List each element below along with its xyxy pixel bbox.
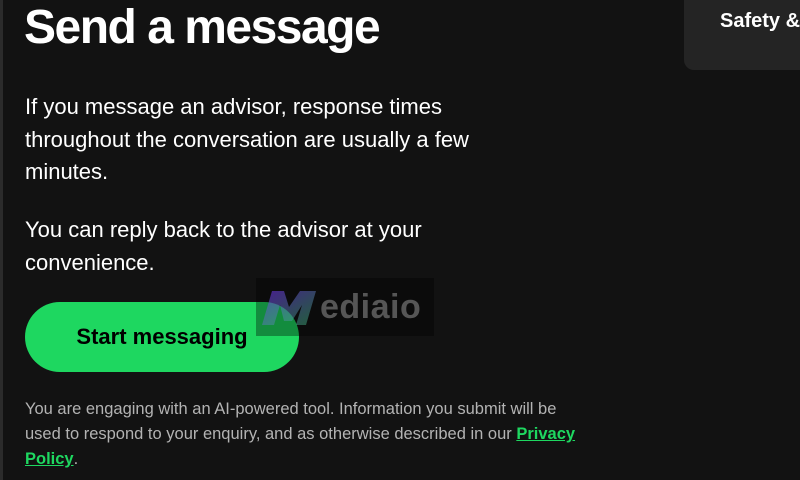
watermark-text: ediaio [320,287,422,326]
safety-nav-label: Safety & [720,10,800,32]
start-messaging-button[interactable]: Start messaging [25,302,299,372]
page-title: Send a message [24,1,381,54]
left-border [0,0,3,480]
disclaimer-end: . [73,450,79,468]
ai-disclaimer: You are engaging with an AI-powered tool… [25,397,585,472]
reply-info-text: You can reply back to the advisor at you… [25,217,422,275]
disclaimer-text: You are engaging with an AI-powered tool… [25,400,557,443]
response-time-text: If you message an advisor, response time… [25,94,469,184]
safety-nav-card[interactable]: Safety & [684,0,800,70]
